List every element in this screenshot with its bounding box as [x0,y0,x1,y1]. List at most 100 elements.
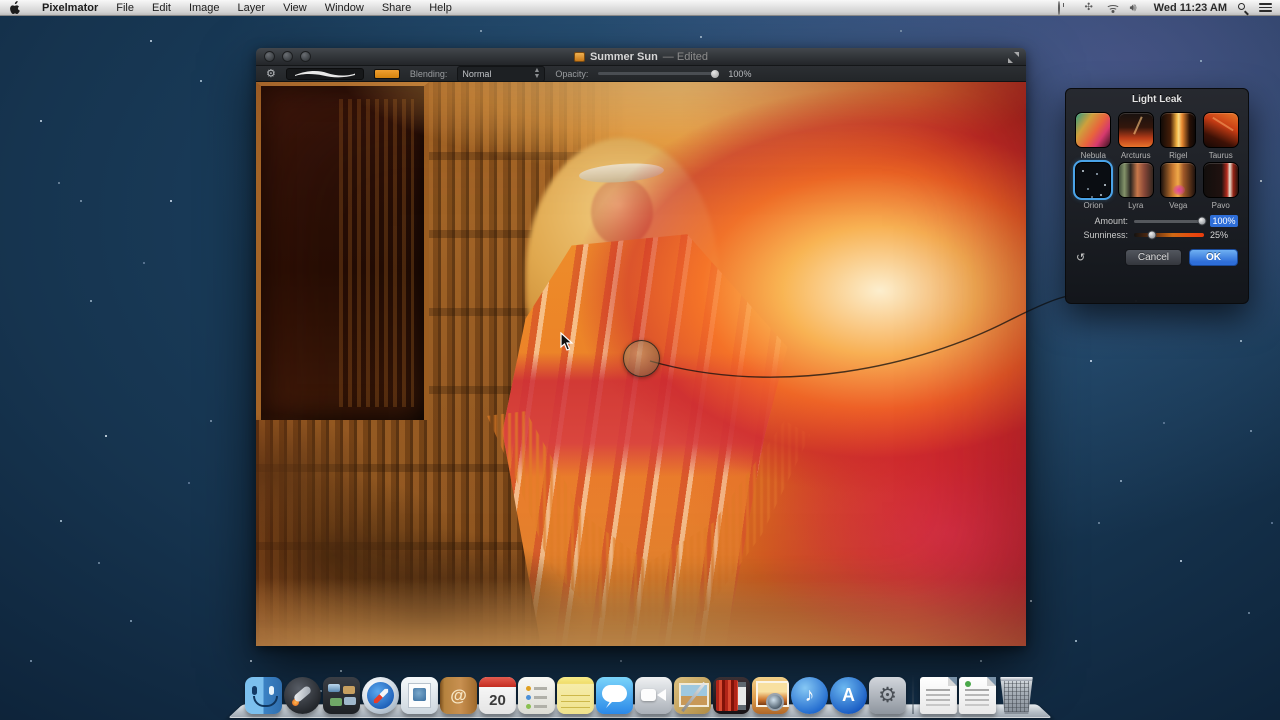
menu-view[interactable]: View [274,0,316,16]
light-leak-panel: Light Leak Nebula Arcturus Rigel Taurus … [1065,88,1249,304]
effect-orion-thumbnail[interactable] [1073,160,1114,200]
effect-lyra-thumbnail[interactable] [1117,162,1154,198]
dock-item-calendar[interactable]: 20 [479,677,516,714]
notification-center-icon[interactable] [1259,2,1272,13]
opacity-slider[interactable] [598,69,719,78]
effect-label: Lyra [1128,201,1144,210]
reset-undo-icon[interactable]: ↺ [1076,252,1090,264]
effect-handle[interactable] [623,340,660,377]
ok-button[interactable]: OK [1189,249,1238,266]
menu-pixelmator[interactable]: Pixelmator [33,0,107,16]
fullscreen-icon[interactable] [1008,52,1019,63]
menu-edit[interactable]: Edit [143,0,180,16]
calendar-day: 20 [489,692,506,709]
tool-options-bar: ⚙ Blending: Normal ▲ ▼ Opacity: 100% [256,65,1026,82]
window-title-suffix: — Edited [662,50,709,63]
sunniness-label: Sunniness: [1083,230,1128,240]
dock-item-facetime[interactable] [635,677,672,714]
dock-item-downloads-stack[interactable] [959,677,996,714]
effect-lyra[interactable]: Lyra [1117,162,1156,210]
blending-label: Blending: [409,68,448,79]
document-proxy-icon[interactable] [573,51,585,62]
color-swatch[interactable] [373,68,400,79]
effect-nebula[interactable]: Nebula [1074,112,1113,160]
window-title: Summer Sun [589,50,658,63]
dock-item-mission-control[interactable] [323,677,360,714]
effect-pavo[interactable]: Pavo [1202,162,1241,210]
dock-item-app-store[interactable]: A [830,677,867,714]
menu-share[interactable]: Share [373,0,420,16]
dock-item-system-preferences[interactable]: ⚙ [869,677,906,714]
effect-arcturus-thumbnail[interactable] [1117,112,1154,148]
blending-value: Normal [462,68,492,79]
apple-logo-icon [10,1,20,14]
calendar-header [479,677,516,687]
sunniness-slider-knob[interactable] [1147,230,1156,240]
opacity-label: Opacity: [555,68,589,79]
effect-vega-thumbnail[interactable] [1160,162,1197,198]
gear-icon[interactable]: ⚙ [266,67,276,81]
menu-image[interactable]: Image [180,0,229,16]
effect-vega[interactable]: Vega [1159,162,1198,210]
window-titlebar[interactable]: Summer Sun — Edited [256,48,1026,66]
window-title-area: Summer Sun — Edited [256,51,1026,63]
menu-file[interactable]: File [107,0,143,16]
dock-item-launchpad[interactable] [284,677,321,714]
menu-layer[interactable]: Layer [229,0,275,16]
wifi-icon[interactable] [1105,2,1120,13]
cancel-button[interactable]: Cancel [1124,249,1182,266]
effect-grid: Nebula Arcturus Rigel Taurus Orion Lyra … [1066,105,1248,212]
dock-item-finder[interactable] [245,677,282,714]
volume-icon[interactable]: 🔊︎ [1130,2,1144,14]
dock-item-iphoto[interactable] [752,677,789,714]
menu-window[interactable]: Window [316,0,373,16]
brush-stroke-preview[interactable] [285,67,364,80]
effect-label: Arcturus [1120,151,1151,160]
effect-label: Rigel [1169,151,1188,160]
effect-taurus-thumbnail[interactable] [1202,112,1239,148]
dock-item-documents-stack[interactable] [920,677,957,714]
effect-label: Orion [1083,201,1104,210]
effect-label: Pavo [1211,201,1230,210]
effect-label: Nebula [1080,151,1106,160]
time-machine-icon[interactable] [1057,0,1072,15]
dock-divider [912,674,914,714]
brush-stroke-icon [294,70,355,77]
menubar-clock[interactable]: Wed 11:23 AM [1154,2,1227,14]
spotlight-icon[interactable] [1237,2,1249,16]
blending-dropdown[interactable]: Normal ▲ ▼ [457,65,546,82]
dock-item-preview[interactable] [674,677,711,714]
dock-item-itunes[interactable]: ♪ [791,677,828,714]
dock-item-photo-booth[interactable] [713,677,750,714]
dock-item-contacts[interactable]: @ [440,677,477,714]
dock: @ 20 ♪ A ⚙ [240,670,1040,714]
dock-item-notes[interactable] [557,677,594,714]
input-menu-icon[interactable]: ✣ [1082,2,1096,14]
amount-slider[interactable] [1134,216,1207,226]
opacity-value: 100% [728,68,752,79]
effect-rigel[interactable]: Rigel [1159,112,1198,160]
amount-label: Amount: [1094,216,1128,226]
effect-orion[interactable]: Orion [1073,160,1114,210]
amount-value-field[interactable]: 100% [1210,215,1238,227]
panel-title: Light Leak [1131,94,1182,105]
dock-item-trash[interactable] [1000,677,1033,714]
effect-arcturus[interactable]: Arcturus [1117,112,1156,160]
effect-pavo-thumbnail[interactable] [1202,162,1239,198]
effect-rigel-thumbnail[interactable] [1160,112,1197,148]
effect-taurus[interactable]: Taurus [1202,112,1241,160]
dock-item-reminders[interactable] [518,677,555,714]
menu-bar: Pixelmator File Edit Image Layer View Wi… [0,0,1280,16]
dock-item-safari[interactable] [362,677,399,714]
apple-menu[interactable] [10,1,21,14]
stepper-arrows-icon: ▲ ▼ [533,66,541,80]
menu-help[interactable]: Help [420,0,461,16]
sunniness-value-field[interactable]: 25% [1210,230,1238,240]
opacity-slider-knob[interactable] [710,69,719,78]
sunniness-slider[interactable] [1134,230,1204,240]
amount-slider-knob[interactable] [1197,216,1207,226]
effect-nebula-thumbnail[interactable] [1075,112,1112,148]
mouse-cursor [560,332,574,351]
dock-item-messages[interactable] [596,677,633,714]
dock-item-mail[interactable] [401,677,438,714]
